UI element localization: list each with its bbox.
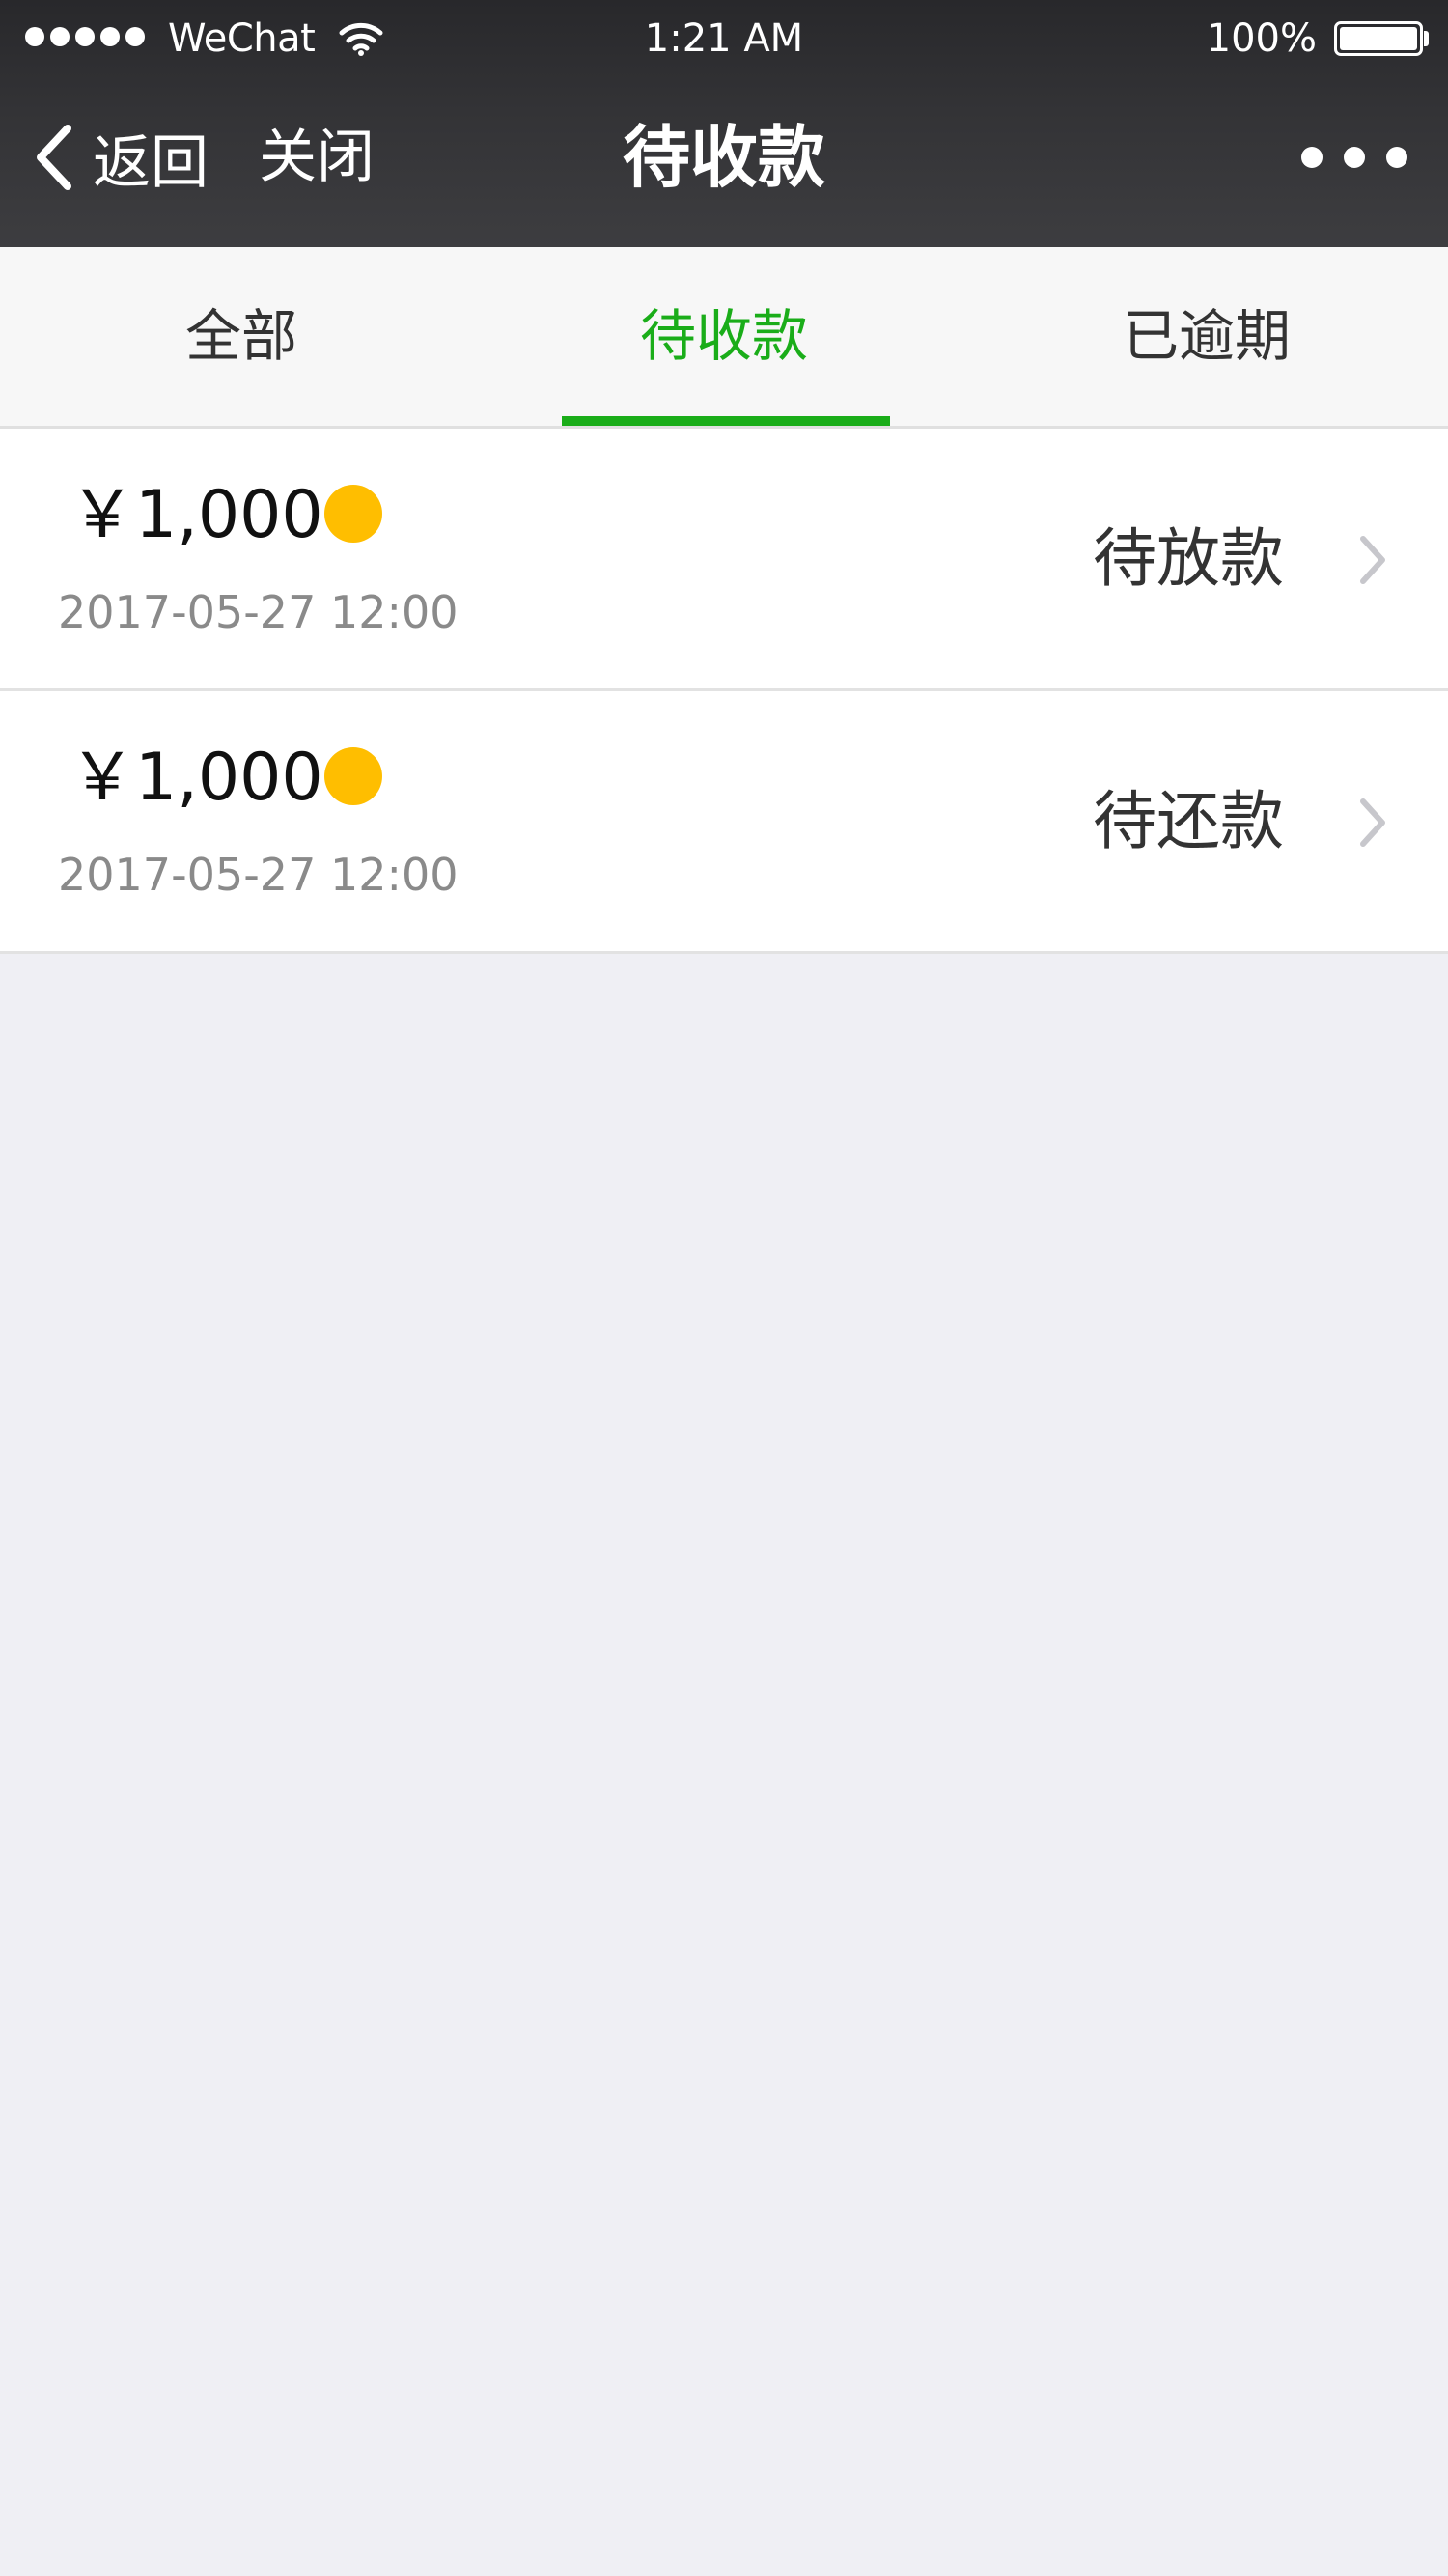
chevron-right-icon <box>1360 798 1385 847</box>
item-status: 待还款 <box>1093 784 1284 858</box>
item-amount: ￥1,000 <box>70 477 323 553</box>
status-dot-icon <box>324 747 382 805</box>
status-bar: WeChat 1:21 AM 100% <box>0 0 1448 77</box>
item-date: 2017-05-27 12:00 <box>58 586 459 638</box>
status-dot-icon <box>324 485 382 543</box>
page-title: 待收款 <box>623 118 825 197</box>
battery-icon <box>1334 21 1423 56</box>
battery-tip <box>1424 31 1429 46</box>
active-tab-indicator <box>562 416 890 426</box>
tab-pending-receipt[interactable]: 待收款 <box>483 247 965 426</box>
tab-all[interactable]: 全部 <box>0 247 483 426</box>
item-date: 2017-05-27 12:00 <box>58 849 459 901</box>
receivables-list: ￥1,000 2017-05-27 12:00 待放款 ￥1,000 2017-… <box>0 429 1448 954</box>
item-status: 待放款 <box>1093 521 1284 596</box>
app-header: WeChat 1:21 AM 100% 返回 关闭 待收款 <box>0 0 1448 247</box>
more-dots-icon[interactable] <box>1301 135 1407 180</box>
chevron-right-icon <box>1360 536 1385 584</box>
tab-bar: 全部 待收款 已逾期 <box>0 247 1448 429</box>
list-item[interactable]: ￥1,000 2017-05-27 12:00 待放款 <box>0 429 1448 691</box>
nav-bar: 返回 关闭 待收款 <box>0 77 1448 247</box>
battery-percent: 100% <box>1206 16 1317 61</box>
tab-overdue[interactable]: 已逾期 <box>965 247 1448 426</box>
item-amount: ￥1,000 <box>70 740 323 816</box>
list-item[interactable]: ￥1,000 2017-05-27 12:00 待还款 <box>0 691 1448 954</box>
